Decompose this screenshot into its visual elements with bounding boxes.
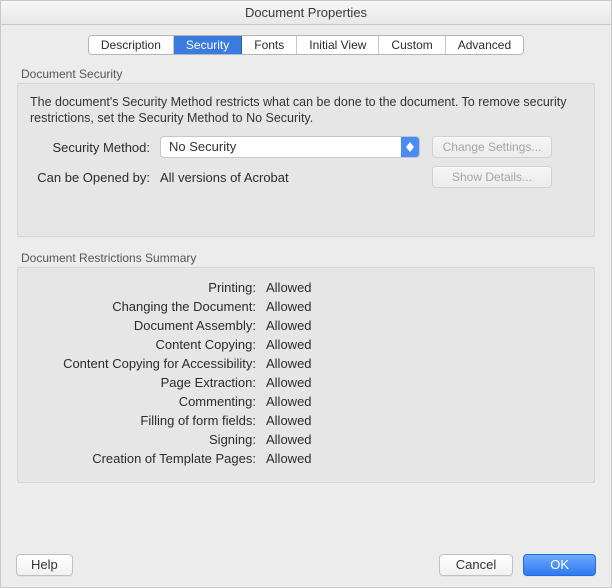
cancel-button[interactable]: Cancel bbox=[439, 554, 513, 576]
document-security-group-label: Document Security bbox=[21, 67, 595, 81]
restrictions-group-label: Document Restrictions Summary bbox=[21, 251, 595, 265]
help-button[interactable]: Help bbox=[16, 554, 73, 576]
restriction-row: Creation of Template Pages:Allowed bbox=[30, 451, 582, 466]
show-details-button: Show Details... bbox=[432, 166, 552, 188]
tab-bar: DescriptionSecurityFontsInitial ViewCust… bbox=[1, 25, 611, 63]
tab-description[interactable]: Description bbox=[89, 36, 174, 54]
restriction-label: Printing: bbox=[30, 280, 266, 295]
restriction-row: Changing the Document:Allowed bbox=[30, 299, 582, 314]
security-method-label: Security Method: bbox=[30, 140, 160, 155]
restriction-value: Allowed bbox=[266, 413, 312, 428]
restriction-value: Allowed bbox=[266, 356, 312, 371]
updown-arrows-icon bbox=[401, 137, 419, 157]
tab-segmented-control: DescriptionSecurityFontsInitial ViewCust… bbox=[88, 35, 524, 55]
restriction-label: Page Extraction: bbox=[30, 375, 266, 390]
restriction-label: Creation of Template Pages: bbox=[30, 451, 266, 466]
restriction-value: Allowed bbox=[266, 299, 312, 314]
tab-security[interactable]: Security bbox=[174, 36, 242, 54]
tab-fonts[interactable]: Fonts bbox=[242, 36, 297, 54]
restriction-row: Signing:Allowed bbox=[30, 432, 582, 447]
restriction-row: Printing:Allowed bbox=[30, 280, 582, 295]
restriction-label: Signing: bbox=[30, 432, 266, 447]
restriction-row: Content Copying:Allowed bbox=[30, 337, 582, 352]
security-method-value: No Security bbox=[160, 136, 420, 158]
restriction-value: Allowed bbox=[266, 375, 312, 390]
security-method-select[interactable]: No Security bbox=[160, 136, 420, 158]
tab-custom[interactable]: Custom bbox=[379, 36, 445, 54]
tab-advanced[interactable]: Advanced bbox=[446, 36, 523, 54]
restriction-value: Allowed bbox=[266, 337, 312, 352]
dialog-footer: Help Cancel OK bbox=[16, 554, 596, 576]
document-security-group: The document's Security Method restricts… bbox=[17, 83, 595, 237]
security-description: The document's Security Method restricts… bbox=[30, 94, 582, 126]
opened-by-label: Can be Opened by: bbox=[30, 170, 160, 185]
restriction-value: Allowed bbox=[266, 432, 312, 447]
restriction-row: Filling of form fields:Allowed bbox=[30, 413, 582, 428]
restriction-label: Content Copying: bbox=[30, 337, 266, 352]
tab-initial-view[interactable]: Initial View bbox=[297, 36, 379, 54]
restriction-value: Allowed bbox=[266, 318, 312, 333]
restriction-label: Document Assembly: bbox=[30, 318, 266, 333]
opened-by-value: All versions of Acrobat bbox=[160, 170, 420, 185]
restriction-row: Page Extraction:Allowed bbox=[30, 375, 582, 390]
restriction-label: Filling of form fields: bbox=[30, 413, 266, 428]
restriction-label: Content Copying for Accessibility: bbox=[30, 356, 266, 371]
ok-button[interactable]: OK bbox=[523, 554, 596, 576]
restriction-value: Allowed bbox=[266, 451, 312, 466]
restriction-value: Allowed bbox=[266, 394, 312, 409]
restriction-row: Content Copying for Accessibility:Allowe… bbox=[30, 356, 582, 371]
change-settings-button: Change Settings... bbox=[432, 136, 552, 158]
restriction-label: Changing the Document: bbox=[30, 299, 266, 314]
restriction-row: Document Assembly:Allowed bbox=[30, 318, 582, 333]
window-title: Document Properties bbox=[1, 1, 611, 25]
restriction-row: Commenting:Allowed bbox=[30, 394, 582, 409]
restrictions-group: Printing:AllowedChanging the Document:Al… bbox=[17, 267, 595, 483]
restriction-label: Commenting: bbox=[30, 394, 266, 409]
restriction-value: Allowed bbox=[266, 280, 312, 295]
